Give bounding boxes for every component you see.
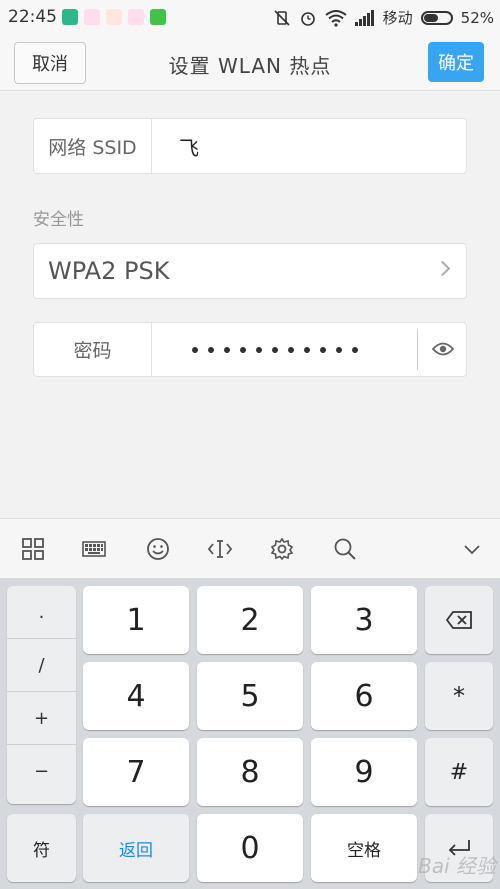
key-1[interactable]: 1 bbox=[83, 586, 189, 654]
signal-icon bbox=[354, 9, 374, 26]
backspace-icon bbox=[446, 611, 472, 629]
app-icon-play-3 bbox=[128, 9, 144, 25]
battery-percent: 52% bbox=[460, 8, 494, 27]
password-mask-dot bbox=[272, 346, 278, 353]
confirm-button[interactable]: 确定 bbox=[428, 42, 484, 82]
status-bar: 22:45 移动 52% bbox=[0, 0, 500, 34]
cursor-icon[interactable] bbox=[208, 537, 232, 561]
wifi-icon bbox=[325, 9, 347, 27]
key-star[interactable]: * bbox=[425, 662, 493, 730]
back-key[interactable]: 返回 bbox=[83, 814, 189, 882]
app-icon-play-1 bbox=[84, 9, 100, 25]
security-section-label: 安全性 bbox=[33, 210, 84, 230]
key-0[interactable]: 0 bbox=[197, 814, 303, 882]
password-mask-dot bbox=[288, 346, 294, 353]
security-select[interactable]: WPA2 PSK bbox=[33, 243, 467, 299]
key-3[interactable]: 3 bbox=[311, 586, 417, 654]
carrier-label: 移动 bbox=[382, 9, 413, 27]
password-mask-dot bbox=[320, 346, 326, 353]
password-mask-dot bbox=[256, 346, 262, 353]
app-icon-play-2 bbox=[106, 9, 122, 25]
symbol-key[interactable]: / bbox=[7, 639, 76, 692]
password-label: 密码 bbox=[34, 323, 152, 376]
symbol-key[interactable]: . bbox=[7, 586, 76, 639]
keyboard-icon[interactable] bbox=[82, 537, 106, 561]
keyboard-toolbar bbox=[0, 518, 500, 579]
password-mask-dot bbox=[352, 346, 358, 353]
eye-separator bbox=[417, 329, 418, 370]
grid-icon[interactable] bbox=[21, 537, 45, 561]
symbol-key[interactable]: + bbox=[7, 692, 76, 745]
password-mask-dot bbox=[240, 346, 246, 353]
password-mask-dot bbox=[304, 346, 310, 353]
status-right: 移动 52% bbox=[273, 7, 494, 28]
key-hash[interactable]: # bbox=[425, 738, 493, 806]
password-mask-dot bbox=[208, 346, 214, 353]
key-6[interactable]: 6 bbox=[311, 662, 417, 730]
password-input[interactable] bbox=[192, 323, 368, 376]
backspace-key[interactable] bbox=[425, 586, 493, 654]
status-time: 22:45 bbox=[8, 7, 57, 27]
security-value: WPA2 PSK bbox=[48, 257, 170, 285]
watermark: Bai 经验 bbox=[418, 854, 496, 878]
ssid-input[interactable]: 飞 bbox=[179, 119, 199, 173]
page-header: 取消 设置 WLAN 热点 确定 bbox=[0, 34, 500, 91]
ssid-field[interactable]: 网络 SSID 飞 bbox=[33, 118, 467, 174]
app-icon-android bbox=[150, 9, 166, 25]
key-5[interactable]: 5 bbox=[197, 662, 303, 730]
alarm-icon bbox=[300, 11, 315, 26]
page-title: 设置 WLAN 热点 bbox=[168, 54, 332, 78]
numeric-keyboard: . / + − 1 2 3 4 5 6 * 7 8 9 # 符 返回 0 空格 bbox=[0, 578, 500, 889]
password-mask-dot bbox=[336, 346, 342, 353]
emoji-icon[interactable] bbox=[146, 537, 170, 561]
key-8[interactable]: 8 bbox=[197, 738, 303, 806]
hotspot-form: 网络 SSID 飞 安全性 WPA2 PSK 密码 bbox=[0, 91, 500, 518]
ssid-label: 网络 SSID bbox=[34, 119, 152, 173]
password-field[interactable]: 密码 bbox=[33, 322, 467, 377]
battery-icon bbox=[420, 10, 453, 25]
vibrate-off-icon bbox=[274, 9, 290, 26]
symbol-column[interactable]: . / + − bbox=[7, 586, 76, 804]
key-2[interactable]: 2 bbox=[197, 586, 303, 654]
password-mask-dot bbox=[224, 346, 230, 353]
symbol-key[interactable]: − bbox=[7, 745, 76, 797]
chevron-right-icon bbox=[434, 260, 451, 277]
key-4[interactable]: 4 bbox=[83, 662, 189, 730]
collapse-icon[interactable] bbox=[460, 537, 484, 561]
symbols-key[interactable]: 符 bbox=[7, 814, 76, 882]
settings-icon[interactable] bbox=[270, 537, 294, 561]
search-icon[interactable] bbox=[333, 537, 357, 561]
space-key[interactable]: 空格 bbox=[311, 814, 417, 882]
password-mask-dot bbox=[192, 346, 198, 353]
key-7[interactable]: 7 bbox=[83, 738, 189, 806]
eye-icon[interactable] bbox=[432, 341, 454, 357]
app-icon-shield bbox=[62, 9, 78, 25]
key-9[interactable]: 9 bbox=[311, 738, 417, 806]
